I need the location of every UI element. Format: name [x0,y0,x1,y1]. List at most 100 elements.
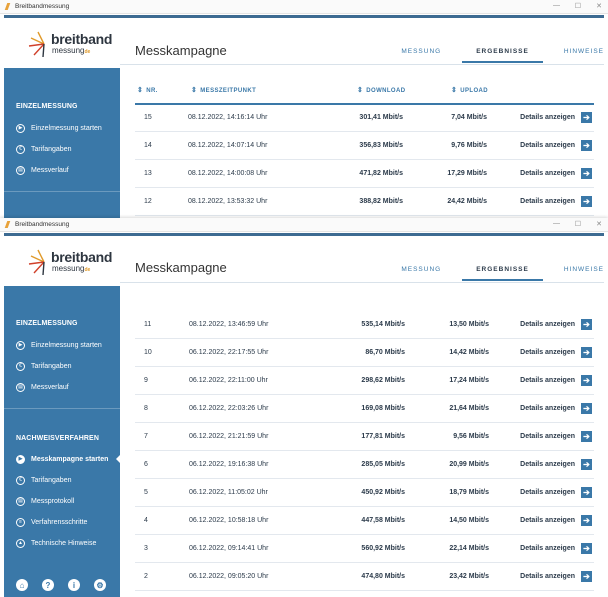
arrow-right-icon: ➔ [581,140,592,151]
main-content: Messkampagne MESSUNG ERGEBNISSE HINWEISE… [120,18,604,222]
sidebar-item-technische-hinweise[interactable]: ▲ Technische Hinweise [16,537,96,549]
sidebar: breitband messungde EINZELMESSUNG ▶ Einze… [4,236,120,597]
details-button[interactable]: Details anzeigen ➔ [520,487,592,498]
page-title: Messkampagne [135,260,227,275]
tab-ergebnisse[interactable]: ERGEBNISSE [462,266,543,281]
tab-hinweise[interactable]: HINWEISE [564,48,604,63]
help-icon[interactable]: ? [42,579,54,591]
details-button[interactable]: Details anzeigen ➔ [520,375,592,386]
details-button[interactable]: Details anzeigen ➔ [520,403,592,414]
cell-download: 450,92 Mbit/s [361,489,405,496]
cell-nr: 14 [144,142,152,149]
minimize-button[interactable]: — [553,2,560,9]
cell-download: 169,08 Mbit/s [361,405,405,412]
sidebar-item-messverlauf[interactable]: ▤ Messverlauf [16,164,69,176]
cell-time: 06.12.2022, 22:11:00 Uhr [189,377,268,384]
logo-sub-tag: de [84,267,91,273]
cell-nr: 6 [144,461,148,468]
minimize-button[interactable]: — [553,220,560,227]
sidebar-item-messprotokoll[interactable]: ▤ Messprotokoll [16,495,74,507]
cell-download: 356,83 Mbit/s [359,142,403,149]
cell-nr: 9 [144,377,148,384]
cell-upload: 7,04 Mbit/s [451,114,487,121]
cell-nr: 2 [144,573,148,580]
cell-time: 08.12.2022, 13:46:59 Uhr [189,321,269,328]
section-einzelmessung: EINZELMESSUNG [16,320,78,327]
details-label: Details anzeigen [520,461,575,468]
tab-ergebnisse[interactable]: ERGEBNISSE [462,48,543,63]
cell-download: 535,14 Mbit/s [361,321,405,328]
logo: breitband messungde [4,236,120,286]
details-button[interactable]: Details anzeigen ➔ [520,515,592,526]
cell-download: 388,82 Mbit/s [359,198,403,205]
details-button[interactable]: Details anzeigen ➔ [520,112,592,123]
col-upload[interactable]: ⇕ UPLOAD [451,86,488,94]
cell-upload: 13,50 Mbit/s [449,321,489,328]
tariff-icon: € [16,144,25,154]
col-download[interactable]: ⇕ DOWNLOAD [357,86,405,94]
arrow-right-icon: ➔ [581,375,592,386]
details-button[interactable]: Details anzeigen ➔ [520,431,592,442]
details-button[interactable]: Details anzeigen ➔ [520,571,592,582]
tab-messung[interactable]: MESSUNG [401,266,441,281]
cell-download: 471,82 Mbit/s [359,170,403,177]
sidebar-item-einzelmessung-starten[interactable]: ▶ Einzelmessung starten [16,339,102,351]
details-label: Details anzeigen [520,198,575,205]
sidebar-item-tarifangaben[interactable]: € Tarifangaben [16,143,71,155]
arrow-right-icon: ➔ [581,459,592,470]
section-einzelmessung: EINZELMESSUNG [16,103,78,110]
cell-upload: 22,14 Mbit/s [449,545,489,552]
tab-hinweise[interactable]: HINWEISE [564,266,604,281]
sidebar-item-verfahrensschritte[interactable]: ≡ Verfahrensschritte [16,516,87,528]
sidebar-item-einzelmessung-starten[interactable]: ▶ Einzelmessung starten [16,122,102,134]
info-icon: ▲ [16,538,25,548]
logo-name: breitband [51,249,113,265]
cell-download: 474,80 Mbit/s [361,573,405,580]
sidebar-item-messkampagne-starten[interactable]: ▶ Messkampagne starten [16,453,108,465]
maximize-button[interactable]: ☐ [575,220,581,228]
app-window-bottom: Breitbandmessung — ☐ ✕ breitband messung… [0,218,608,597]
play-icon: ▶ [16,123,25,133]
col-nr[interactable]: ⇕ NR. [137,86,158,94]
sidebar: breitband messungde EINZELMESSUNG ▶ Einze… [4,18,120,222]
details-button[interactable]: Details anzeigen ➔ [520,543,592,554]
home-icon[interactable]: ⌂ [16,579,28,591]
sidebar-item-tarifangaben[interactable]: € Tarifangaben [16,360,71,372]
table-header: ⇕ NR. ⇕ MESSZEITPUNKT ⇕ DOWNLOAD ⇕ UPLOAD [135,83,594,97]
details-button[interactable]: Details anzeigen ➔ [520,140,592,151]
logo-sub: messungde [52,46,91,55]
details-button[interactable]: Details anzeigen ➔ [520,459,592,470]
cell-download: 560,92 Mbit/s [361,545,405,552]
details-button[interactable]: Details anzeigen ➔ [520,196,592,207]
arrow-right-icon: ➔ [581,487,592,498]
details-label: Details anzeigen [520,573,575,580]
arrow-right-icon: ➔ [581,112,592,123]
cell-time: 06.12.2022, 09:05:20 Uhr [189,573,269,580]
sidebar-item-tarifangaben-2[interactable]: € Tarifangaben [16,474,71,486]
details-button[interactable]: Details anzeigen ➔ [520,168,592,179]
table-row: 6 06.12.2022, 19:16:38 Uhr 285,05 Mbit/s 20… [135,451,594,479]
app-icon [4,3,11,10]
page-title: Messkampagne [135,43,227,58]
sidebar-divider [4,408,120,409]
close-button[interactable]: ✕ [596,220,602,228]
close-button[interactable]: ✕ [596,2,602,10]
col-time[interactable]: ⇕ MESSZEITPUNKT [191,86,256,94]
sidebar-item-messverlauf[interactable]: ▤ Messverlauf [16,381,69,393]
info-icon[interactable]: i [68,579,80,591]
details-button[interactable]: Details anzeigen ➔ [520,319,592,330]
main-content: Messkampagne MESSUNG ERGEBNISSE HINWEISE… [120,236,604,597]
logo-name: breitband [51,31,113,47]
table-row: 14 08.12.2022, 14:07:14 Uhr 356,83 Mbit/s 9… [135,132,594,160]
cell-upload: 9,76 Mbit/s [451,142,487,149]
tab-messung[interactable]: MESSUNG [401,48,441,63]
details-label: Details anzeigen [520,170,575,177]
history-icon: ▤ [16,165,25,175]
cell-time: 06.12.2022, 22:17:55 Uhr [189,349,269,356]
table-row: 2 06.12.2022, 09:05:20 Uhr 474,80 Mbit/s 23… [135,563,594,591]
logo-sub: messungde [52,264,91,273]
settings-icon[interactable]: ⚙ [94,579,106,591]
details-button[interactable]: Details anzeigen ➔ [520,347,592,358]
table-row: 10 06.12.2022, 22:17:55 Uhr 86,70 Mbit/s 14… [135,339,594,367]
maximize-button[interactable]: ☐ [575,2,581,10]
